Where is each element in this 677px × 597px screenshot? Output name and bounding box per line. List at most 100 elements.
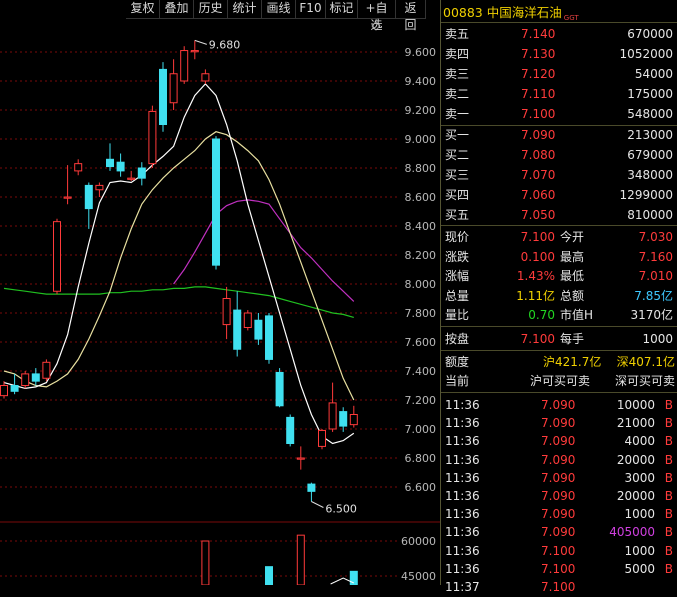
tick-side: B — [664, 561, 673, 576]
toolbar-button-3[interactable]: 统计 — [228, 0, 262, 19]
volume-bar — [201, 540, 210, 586]
stat-label: 最低 — [560, 269, 585, 283]
ask-volume: 54000 — [634, 67, 673, 81]
ask-volume: 670000 — [627, 27, 673, 41]
candle-body-down — [286, 416, 295, 444]
toolbar-button-4[interactable]: 画线 — [262, 0, 296, 19]
y-tick-label: 8.600 — [405, 191, 437, 204]
tick-side: B — [664, 452, 673, 467]
candle-body-up — [53, 221, 61, 292]
ask-price: 7.110 — [521, 87, 556, 101]
y-tick-label: 7.000 — [405, 423, 437, 436]
tick-time: 11:36 — [445, 525, 480, 540]
quote-row: 卖五 7.140 670000 — [441, 25, 677, 44]
quote-row: 卖二 7.110 175000 — [441, 85, 677, 104]
tick-time: 11:36 — [445, 489, 480, 503]
min-price-label: 6.500 — [325, 503, 357, 516]
quote-row: 11:36 7.090 10000 B — [441, 396, 677, 415]
stat-value: 7.160 — [638, 249, 673, 264]
y-tick-label: 7.200 — [405, 394, 437, 407]
bid-price: 7.070 — [521, 168, 556, 182]
candle-body-up — [222, 298, 231, 326]
bid-volume: 348000 — [627, 168, 673, 182]
ask-price: 7.140 — [521, 27, 556, 41]
bid-volume: 1299000 — [619, 188, 673, 202]
stat-value: 1000 — [642, 332, 673, 346]
separator — [441, 225, 677, 226]
ask-label: 卖三 — [445, 67, 470, 81]
volume-tick-label: 45000 — [401, 570, 436, 583]
stat-value: 7.100 — [520, 332, 555, 346]
stock-header: 00883 中国海洋石油 GGT — [443, 2, 579, 22]
candle-body-down — [10, 385, 19, 392]
current-sh: 沪可买可卖 — [530, 374, 591, 388]
y-tick-label: 9.200 — [405, 104, 437, 117]
tick-side: B — [664, 525, 673, 540]
toolbar-button-0[interactable]: 复权 — [126, 0, 160, 19]
tick-volume: 1000 — [624, 543, 655, 558]
toolbar-button-5[interactable]: F10 — [296, 0, 326, 19]
bid-label: 买三 — [445, 168, 470, 182]
chart-toolbar: 复权 叠加 历史 统计 画线 F10 标记 +自选 返回 — [126, 0, 440, 32]
toolbar-button-1[interactable]: 叠加 — [160, 0, 194, 19]
toolbar-button-2[interactable]: 历史 — [194, 0, 228, 19]
bid-label: 买四 — [445, 188, 470, 202]
separator — [441, 350, 677, 351]
stat-label: 今开 — [560, 230, 585, 244]
y-tick-label: 8.400 — [405, 220, 437, 233]
volume-bar — [296, 534, 305, 586]
tick-side: B — [664, 543, 673, 558]
tick-volume: 20000 — [616, 489, 655, 503]
tick-price: 7.100 — [541, 543, 576, 558]
candle-body-up — [21, 373, 30, 386]
quote-row: 11:36 7.090 405000 B — [441, 523, 677, 542]
candle-body-up — [95, 184, 104, 191]
separator — [441, 392, 677, 393]
quote-row: 11:36 7.090 20000 B — [441, 487, 677, 506]
candle-body-up — [328, 402, 337, 430]
candle-body-down — [339, 411, 348, 427]
bid-price: 7.050 — [521, 208, 556, 222]
kline-svg[interactable]: 9.600 9.400 9.200 9.000 8.800 8.600 8.400 8.200… — [0, 0, 440, 586]
candle-body-up — [180, 50, 189, 82]
quote-row: 11:36 7.090 21000 B — [441, 414, 677, 433]
stat-label: 涨幅 — [445, 269, 470, 283]
candle-body-down — [275, 371, 284, 407]
tick-price: 7.090 — [541, 470, 576, 485]
stat-value: 7.100 — [520, 230, 555, 244]
y-tick-label: 8.000 — [405, 278, 437, 291]
candle-body-down — [137, 167, 146, 179]
tick-side: B — [664, 507, 673, 522]
toolbar-button-6[interactable]: 标记 — [326, 0, 358, 19]
quote-row: 卖四 7.130 1052000 — [441, 45, 677, 64]
stat-value: 3170亿 — [630, 308, 673, 322]
separator — [441, 326, 677, 327]
candle-body-up — [0, 385, 8, 397]
max-pointer — [194, 39, 207, 45]
candle-body-down — [307, 483, 316, 492]
toolbar-button-7[interactable]: +自选 — [358, 0, 396, 32]
volume-tick-label: 60000 — [401, 535, 436, 548]
kline-chart[interactable]: 9.600 9.400 9.200 9.000 8.800 8.600 8.400 8.200… — [0, 0, 440, 586]
candle-body-up — [148, 110, 157, 165]
toolbar-button-8[interactable]: 返回 — [396, 0, 426, 32]
stat-label: 量比 — [445, 308, 470, 322]
stat-value: 1.11亿 — [516, 288, 555, 303]
tick-price: 7.090 — [541, 525, 576, 540]
candle-body-up — [127, 177, 136, 180]
quote-row: 卖三 7.120 54000 — [441, 65, 677, 84]
tick-side: B — [664, 489, 673, 503]
y-tick-label: 6.800 — [405, 452, 437, 465]
bid-label: 买一 — [445, 128, 470, 142]
candle-body-down — [233, 309, 242, 350]
quota-sz: 深407.1亿 — [616, 355, 675, 369]
volume-bar — [265, 566, 273, 586]
candle-body-up — [243, 312, 252, 328]
tick-time: 11:36 — [445, 561, 480, 576]
stat-label: 市值H — [560, 308, 594, 322]
quote-row: 11:36 7.090 3000 B — [441, 469, 677, 488]
stat-value: 0.70 — [528, 308, 555, 322]
quote-panel: 00883 中国海洋石油 GGT 卖五 7.140 670000 卖四 7.130 10520… — [441, 0, 677, 594]
tick-price: 7.090 — [541, 452, 576, 467]
quote-row: 11:36 7.090 20000 B — [441, 451, 677, 470]
